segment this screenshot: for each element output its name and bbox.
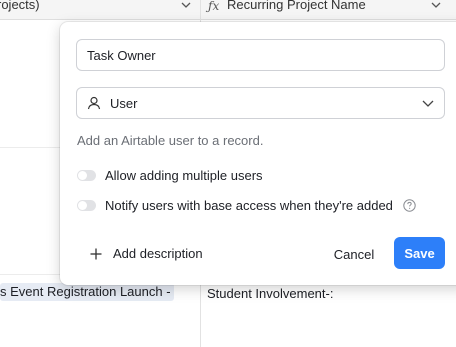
chevron-down-icon <box>422 100 434 107</box>
option-label: Notify users with base access when they'… <box>105 197 393 213</box>
question-mark-icon[interactable] <box>403 198 416 212</box>
linked-record-chip[interactable]: s Event Registration Launch - <box>0 283 174 301</box>
cancel-button[interactable]: Cancel <box>327 240 381 269</box>
chevron-down-icon[interactable] <box>180 0 192 10</box>
user-icon <box>87 96 101 110</box>
save-button[interactable]: Save <box>394 237 445 269</box>
grid-header-row: rojects) ƒx Recurring Project Name <box>0 0 456 20</box>
option-label: Allow adding multiple users <box>105 167 263 183</box>
field-config-popover: User Add an Airtable user to a record. A… <box>60 22 456 285</box>
column-header-recurring-project-name[interactable]: ƒx Recurring Project Name <box>201 0 456 19</box>
chevron-down-icon[interactable] <box>430 0 442 10</box>
field-name-input[interactable] <box>76 39 445 71</box>
add-description-button[interactable]: Add description <box>90 246 203 261</box>
table-cell[interactable]: Student Involvement-: <box>207 286 333 301</box>
notify-users-toggle[interactable] <box>77 199 96 211</box>
column-header-label: rojects) <box>0 0 40 12</box>
allow-multiple-users-toggle[interactable] <box>77 169 96 181</box>
field-type-select[interactable]: User <box>76 87 445 119</box>
field-type-description: Add an Airtable user to a record. <box>77 133 264 148</box>
option-notify-users[interactable]: Notify users with base access when they'… <box>77 197 416 213</box>
column-header-label: Recurring Project Name <box>227 0 366 12</box>
formula-icon: ƒx <box>208 0 220 13</box>
option-allow-multiple-users[interactable]: Allow adding multiple users <box>77 167 263 183</box>
plus-icon <box>90 248 102 259</box>
field-type-label: User <box>110 96 138 111</box>
add-description-label: Add description <box>113 246 203 261</box>
column-header-projects[interactable]: rojects) <box>0 0 199 19</box>
